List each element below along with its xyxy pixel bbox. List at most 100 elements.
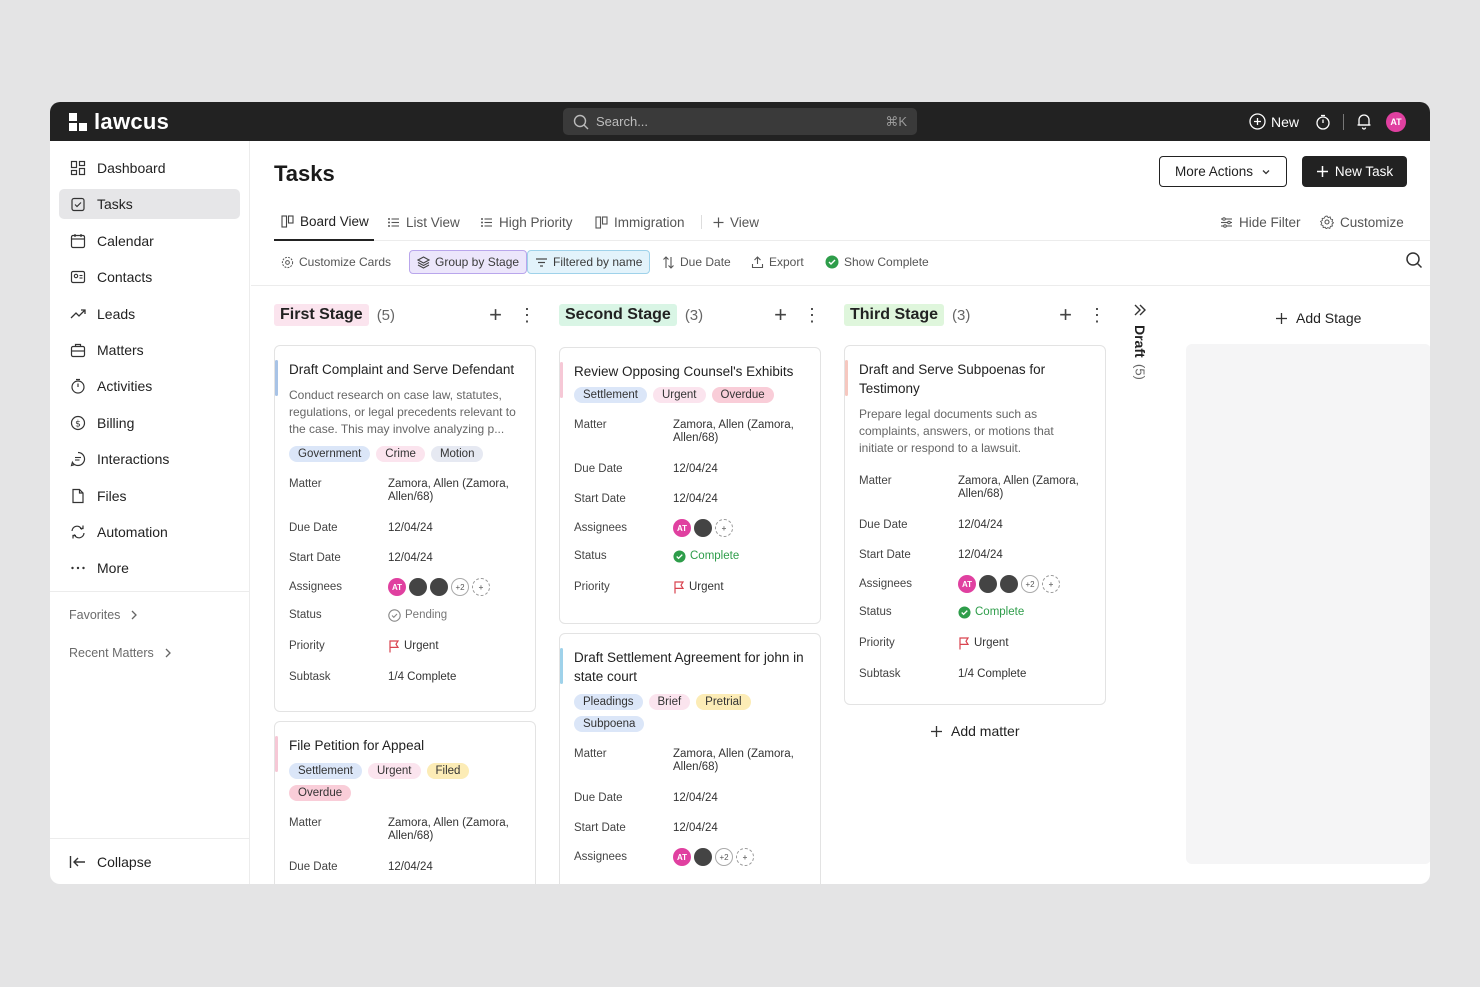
start-date-row: Start Date 12/04/24 (574, 822, 806, 835)
avatar[interactable] (1000, 575, 1018, 593)
avatar[interactable] (430, 578, 448, 596)
add-stage-button[interactable]: Add Stage (1275, 310, 1361, 326)
field-label: Matter (574, 748, 607, 760)
avatar[interactable]: AT (958, 575, 976, 593)
favorites-toggle[interactable]: Favorites (50, 604, 249, 626)
divider (251, 285, 1430, 286)
tab-high-priority[interactable]: High Priority (480, 203, 573, 241)
kebab-menu-icon[interactable]: ⋮ (518, 305, 536, 326)
avatar[interactable]: AT (388, 578, 406, 596)
matter-value[interactable]: Zamora, Allen (Zamora, Allen/68) (958, 475, 1091, 501)
stage-count: (3) (684, 306, 704, 324)
sidebar-item-more[interactable]: More (59, 553, 240, 583)
tab-board-view[interactable]: Board View (274, 203, 374, 241)
favorites-label: Favorites (69, 608, 121, 623)
sidebar-item-interactions[interactable]: Interactions (59, 444, 240, 474)
customize-cards-button[interactable]: Customize Cards (274, 250, 398, 274)
matter-value[interactable]: Zamora, Allen (Zamora, Allen/68) (388, 817, 521, 843)
customize-button[interactable]: Customize (1320, 203, 1404, 241)
sidebar-item-contacts[interactable]: Contacts (59, 262, 240, 292)
sidebar-item-files[interactable]: Files (59, 481, 240, 511)
status-value: Complete (975, 606, 1025, 618)
tab-immigration[interactable]: Immigration (595, 203, 685, 241)
new-button[interactable]: New (1249, 113, 1299, 130)
sidebar-item-automation[interactable]: Automation (59, 517, 240, 547)
sidebar-item-matters[interactable]: Matters (59, 335, 240, 365)
global-search[interactable]: Search... ⌘K (563, 108, 917, 135)
field-label: Status (289, 609, 322, 621)
board-toolbar: Customize Cards Group by Stage Filtered … (274, 248, 1430, 278)
svg-text:$: $ (75, 419, 81, 429)
more-assignees-badge[interactable]: +2 (451, 578, 469, 596)
add-assignee-icon[interactable]: + (736, 848, 754, 866)
avatar[interactable]: AT (673, 848, 691, 866)
sidebar-item-calendar[interactable]: Calendar (59, 226, 240, 256)
tab-list-view[interactable]: List View (387, 203, 460, 241)
task-card[interactable]: Draft Complaint and Serve Defendant Cond… (274, 345, 536, 712)
priority-row: Priority Urgent (574, 581, 806, 594)
sidebar-item-tasks[interactable]: Tasks (59, 189, 240, 220)
search-icon[interactable] (1405, 251, 1423, 269)
plus-icon (1316, 166, 1328, 177)
export-icon (751, 255, 764, 268)
add-assignee-icon[interactable]: + (472, 578, 490, 596)
chevron-down-icon (1262, 169, 1270, 174)
bell-icon[interactable] (1356, 113, 1372, 130)
avatar[interactable] (694, 519, 712, 537)
tag: Urgent (367, 763, 421, 779)
add-task-icon[interactable]: + (1059, 302, 1072, 328)
user-avatar[interactable]: AT (1386, 111, 1406, 132)
recent-matters-toggle[interactable]: Recent Matters (50, 642, 249, 664)
draft-column-collapsed[interactable]: Draft (5) (1129, 303, 1151, 380)
due-date-sort-button[interactable]: Due Date (655, 250, 738, 274)
sidebar-item-dashboard[interactable]: Dashboard (59, 153, 240, 183)
task-card[interactable]: File Petition for Appeal Settlement Urge… (274, 721, 536, 884)
show-complete-toggle[interactable]: Show Complete (818, 250, 936, 274)
dashboard-icon (70, 160, 86, 176)
matter-value[interactable]: Zamora, Allen (Zamora, Allen/68) (673, 748, 806, 774)
task-card[interactable]: Review Opposing Counsel's Exhibits Settl… (559, 347, 821, 624)
add-task-icon[interactable]: + (489, 302, 502, 328)
group-by-stage-button[interactable]: Group by Stage (409, 250, 528, 274)
filtered-by-name-label: Filtered by name (553, 255, 643, 269)
avatar[interactable] (409, 578, 427, 596)
add-assignee-icon[interactable]: + (1042, 575, 1060, 593)
tag-list: Pleadings Brief Pretrial Subpoena (574, 694, 806, 732)
new-stage-placeholder (1186, 344, 1430, 864)
start-date-row: Start Date 12/04/24 (574, 493, 806, 506)
avatar[interactable] (694, 848, 712, 866)
sidebar-item-leads[interactable]: Leads (59, 299, 240, 329)
card-title: File Petition for Appeal (289, 738, 425, 753)
new-task-button[interactable]: New Task (1302, 156, 1407, 187)
tasks-icon (71, 198, 85, 212)
export-button[interactable]: Export (744, 250, 811, 274)
task-card[interactable]: Draft Settlement Agreement for john in s… (559, 633, 821, 884)
avatar[interactable] (979, 575, 997, 593)
card-accent (275, 360, 278, 396)
avatar[interactable]: AT (673, 519, 691, 537)
hide-filter-button[interactable]: Hide Filter (1220, 203, 1301, 241)
sidebar: Dashboard Tasks Calendar Contacts Leads … (50, 141, 250, 884)
sidebar-item-activities[interactable]: Activities (59, 371, 240, 401)
matter-value[interactable]: Zamora, Allen (Zamora, Allen/68) (388, 478, 521, 504)
app-logo[interactable]: lawcus (68, 109, 169, 135)
sidebar-item-billing[interactable]: $ Billing (59, 408, 240, 438)
more-assignees-badge[interactable]: +2 (1021, 575, 1039, 593)
filtered-by-name-button[interactable]: Filtered by name (527, 250, 651, 274)
expand-chevrons-icon[interactable] (1133, 303, 1147, 317)
kebab-menu-icon[interactable]: ⋮ (803, 305, 821, 326)
matter-value[interactable]: Zamora, Allen (Zamora, Allen/68) (673, 419, 806, 445)
tab-add-view[interactable]: View (713, 203, 759, 241)
collapse-button[interactable]: Collapse (50, 838, 250, 884)
tag: Motion (430, 446, 484, 462)
kebab-menu-icon[interactable]: ⋮ (1088, 305, 1106, 326)
timer-icon[interactable] (1315, 114, 1331, 130)
due-date-value: 12/04/24 (673, 463, 718, 475)
task-card[interactable]: Draft and Serve Subpoenas for Testimony … (844, 345, 1106, 705)
add-assignee-icon[interactable]: + (715, 519, 733, 537)
leads-icon (70, 308, 86, 319)
more-actions-button[interactable]: More Actions (1159, 156, 1287, 187)
more-assignees-badge[interactable]: +2 (715, 848, 733, 866)
add-task-icon[interactable]: + (774, 302, 787, 328)
add-matter-button[interactable]: Add matter (930, 723, 1019, 739)
